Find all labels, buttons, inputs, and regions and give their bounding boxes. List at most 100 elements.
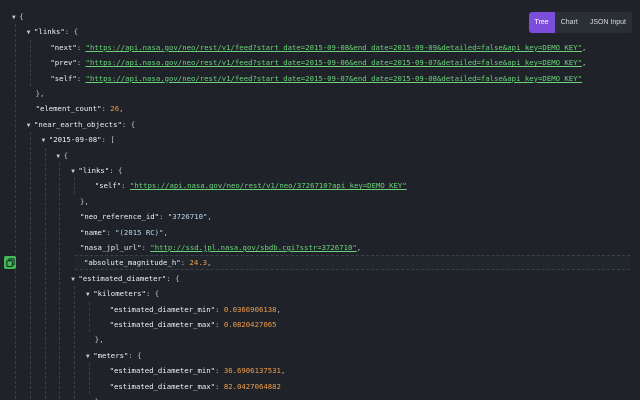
json-punctuation: :: [215, 366, 224, 376]
indent-guide: [29, 132, 31, 400]
json-url-link[interactable]: "https://api.nasa.gov/neo/rest/v1/feed?s…: [86, 74, 582, 83]
json-key: "estimated_diameter_max": [109, 320, 216, 329]
json-punctuation: {: [63, 150, 69, 160]
json-number-value: 82.0427064882: [223, 381, 281, 391]
json-line: "neo_reference_id": "3726710",: [0, 209, 640, 224]
json-key: "nasa_jpl_url": [79, 243, 142, 252]
json-line: "estimated_diameter_min": 0.0366906138,: [0, 302, 640, 317]
json-line: "name": "(2015 RC)",: [0, 225, 640, 240]
json-line: ▼ "kilometers": {: [0, 286, 640, 301]
tree-tab[interactable]: Tree: [528, 12, 555, 33]
copy-icon: [5, 258, 15, 267]
json-line: "self": "https://api.nasa.gov/neo/rest/v…: [0, 71, 640, 86]
json-punctuation: ,: [356, 243, 362, 252]
json-number-value: 0.0366906138: [223, 304, 277, 314]
collapse-toggle-icon[interactable]: ▼: [42, 137, 49, 144]
json-punctuation: {: [19, 12, 24, 21]
json-key: "absolute_magnitude_h": [83, 258, 181, 268]
view-mode-toolbar: Tree Chart JSON Input: [528, 12, 632, 33]
collapse-toggle-icon[interactable]: ▼: [27, 29, 34, 36]
json-key: "element_count": [35, 104, 102, 114]
json-punctuation: :: [106, 227, 116, 237]
json-punctuation: :: [101, 104, 111, 114]
json-line: "prev": "https://api.nasa.gov/neo/rest/v…: [0, 55, 640, 70]
json-line: ▼ {: [0, 148, 640, 163]
json-line: },: [0, 194, 640, 209]
json-line: "estimated_diameter_max": 0.0820427065: [0, 317, 640, 332]
json-line: "estimated_diameter_min": 36.6906137531,: [0, 363, 640, 378]
json-punctuation: :: [121, 181, 130, 191]
json-key: "near_earth_objects": [34, 119, 122, 129]
json-punctuation: :: [215, 381, 224, 391]
json-punctuation: ,: [581, 58, 587, 68]
json-punctuation: : [: [101, 135, 115, 145]
json-url-link[interactable]: "https://api.nasa.gov/neo/rest/v1/neo/37…: [130, 181, 407, 190]
json-punctuation: ,: [207, 258, 212, 268]
json-key: "estimated_diameter_min": [109, 304, 216, 314]
json-number-value: 0.0820427065: [223, 320, 277, 329]
json-line: }: [0, 394, 640, 400]
json-punctuation: : {: [109, 166, 123, 175]
json-key: "next": [50, 42, 77, 52]
json-punctuation: },: [94, 335, 104, 345]
json-number-value: 36.6906137531: [223, 366, 281, 376]
json-number-value: 26: [110, 104, 120, 114]
json-line: ▼ "2015-09-08": [: [0, 132, 640, 147]
json-line: "self": "https://api.nasa.gov/neo/rest/v…: [0, 178, 640, 193]
json-string-value: "3726710": [167, 212, 208, 222]
json-url-link[interactable]: "http://ssd.jpl.nasa.gov/sbdb.cgi?sstr=3…: [150, 243, 356, 252]
json-url-link[interactable]: "https://api.nasa.gov/neo/rest/v1/feed?s…: [86, 58, 582, 67]
json-line: },: [0, 332, 640, 347]
json-key: "kilometers": [93, 289, 146, 299]
json-punctuation: : {: [121, 119, 136, 129]
indent-guide: [29, 39, 31, 86]
json-punctuation: ,: [581, 42, 587, 52]
json-key: "self": [50, 73, 77, 83]
json-tree-viewer: ▼ {▼ "links": { "next": "https://api.nas…: [0, 0, 640, 400]
json-line: ▼ "estimated_diameter": {: [0, 271, 640, 286]
json-punctuation: :: [215, 320, 224, 329]
json-key: "estimated_diameter_max": [109, 381, 216, 391]
collapse-toggle-icon[interactable]: ▼: [27, 122, 34, 129]
json-punctuation: :: [76, 73, 86, 83]
json-punctuation: ,: [207, 212, 212, 222]
indent-guide: [44, 147, 46, 400]
json-punctuation: :: [76, 42, 86, 52]
json-key: "self": [94, 181, 122, 191]
json-line: "nasa_jpl_url": "http://ssd.jpl.nasa.gov…: [0, 240, 640, 255]
json-punctuation: :: [215, 304, 224, 314]
indent-guide: [59, 163, 61, 400]
json-key: "neo_reference_id": [79, 212, 160, 222]
json-string-value: "(2015 RC)": [115, 227, 164, 237]
chart-tab[interactable]: Chart: [555, 12, 584, 33]
copy-button[interactable]: [4, 256, 16, 269]
json-input-tab[interactable]: JSON Input: [584, 12, 632, 33]
json-url-link[interactable]: "https://api.nasa.gov/neo/rest/v1/feed?s…: [86, 43, 582, 52]
indent-guide: [74, 286, 76, 400]
json-punctuation: :: [141, 243, 151, 252]
json-punctuation: : {: [166, 273, 180, 283]
json-key: "2015-09-08": [48, 135, 102, 145]
json-line: },: [0, 86, 640, 101]
json-key: "links": [34, 27, 65, 37]
json-punctuation: ,: [119, 104, 124, 114]
json-line: ▼ "meters": {: [0, 348, 640, 363]
json-key: "meters": [93, 350, 129, 360]
json-key: "estimated_diameter": [78, 273, 167, 283]
json-key: "prev": [50, 58, 77, 68]
json-line: "element_count": 26,: [0, 101, 640, 116]
json-key: "name": [79, 227, 107, 237]
json-line: ▼ "near_earth_objects": {: [0, 117, 640, 132]
json-punctuation: ,: [163, 227, 168, 237]
json-number-value: 24.3: [189, 258, 208, 268]
json-line: ▼ "links": {: [0, 163, 640, 178]
json-punctuation: ,: [280, 366, 286, 376]
json-punctuation: :: [76, 58, 86, 68]
json-line: "absolute_magnitude_h": 24.3,: [75, 255, 630, 271]
collapse-toggle-icon[interactable]: ▼: [56, 153, 63, 160]
indent-guide: [15, 24, 16, 400]
json-line: "estimated_diameter_max": 82.0427064882: [0, 379, 640, 394]
json-punctuation: },: [79, 196, 89, 206]
json-line: "next": "https://api.nasa.gov/neo/rest/v…: [0, 40, 640, 55]
json-punctuation: : {: [145, 289, 160, 299]
